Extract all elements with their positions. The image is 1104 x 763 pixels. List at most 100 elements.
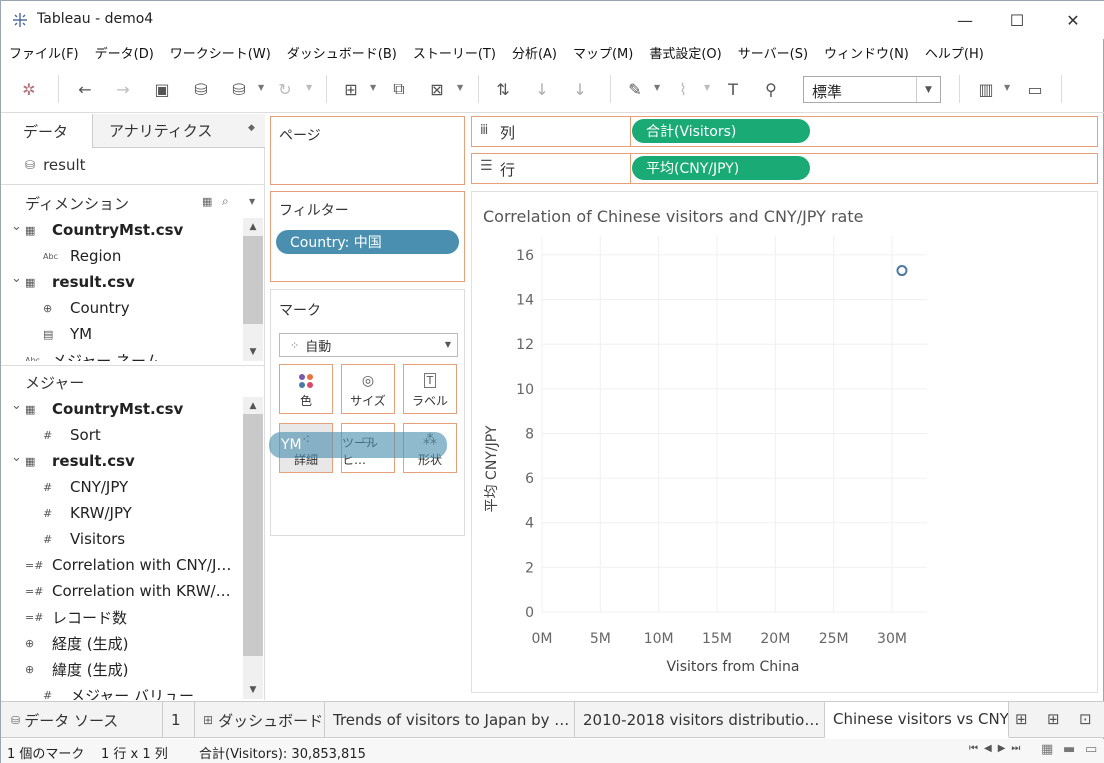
fit-select[interactable]: 標準 ▼ xyxy=(803,76,941,103)
sort-descending-icon[interactable]: ↓ xyxy=(568,77,592,101)
menu-dashboard[interactable]: ダッシュボード(B) xyxy=(287,43,397,62)
scroll-up-icon[interactable]: ▲ xyxy=(243,218,263,236)
chevron-down-icon[interactable]: ⌄ xyxy=(11,398,22,413)
show-labels-icon[interactable]: T xyxy=(721,77,745,101)
dragging-pill-ym[interactable]: YM xyxy=(269,432,447,458)
pages-card[interactable]: ページ xyxy=(270,116,465,185)
measure-item[interactable]: # Sort xyxy=(1,422,243,448)
measure-item[interactable]: =# レコード数 xyxy=(1,604,243,630)
duplicate-sheet-icon[interactable]: ⧉ xyxy=(387,77,411,101)
refresh-icon[interactable]: ↻ xyxy=(273,77,297,101)
measure-item[interactable]: =# Correlation with KRW/… xyxy=(1,578,243,604)
measure-item[interactable]: ⊕ 経度 (生成) xyxy=(1,630,243,656)
tab-chinese-visitors[interactable]: Chinese visitors vs CNY/… xyxy=(825,702,1009,738)
search-icon[interactable]: ⌕ xyxy=(222,194,229,209)
scroll-down-icon[interactable]: ▼ xyxy=(243,343,263,361)
clear-sheet-icon[interactable]: ⊠ xyxy=(425,77,449,101)
columns-pill-visitors[interactable]: 合計(Visitors) xyxy=(632,119,810,143)
measure-item[interactable]: # メジャー バリュー xyxy=(1,682,243,701)
menu-story[interactable]: ストーリー(T) xyxy=(413,43,496,62)
forward-icon[interactable]: → xyxy=(111,77,135,101)
pin-axes-icon[interactable]: ⚲ xyxy=(759,77,783,101)
filter-pill-country[interactable]: Country: 中国 xyxy=(276,230,459,254)
chevron-down-icon[interactable]: ⌄ xyxy=(11,271,22,286)
tab-distribution[interactable]: 2010-2018 visitors distributio… xyxy=(575,702,825,738)
show-me-icon[interactable]: ▥ xyxy=(974,77,998,101)
menu-server[interactable]: サーバー(S) xyxy=(738,43,808,62)
measure-item[interactable]: ⌄ ▦ result.csv xyxy=(1,448,243,474)
tab-data[interactable]: データ xyxy=(1,114,93,148)
measure-item[interactable]: =# Correlation with CNY/J… xyxy=(1,552,243,578)
view-list-icon[interactable]: ▦ xyxy=(202,195,212,208)
menu-format[interactable]: 書式設定(O) xyxy=(649,43,721,62)
chevron-down-icon[interactable]: ⌄ xyxy=(11,219,22,234)
clear-sheet-caret-icon[interactable]: ▼ xyxy=(457,83,463,92)
filmstrip-view-icon[interactable]: ▬ xyxy=(1063,742,1075,757)
minimize-button[interactable]: — xyxy=(939,1,991,39)
chevron-down-icon[interactable]: ⌄ xyxy=(11,450,22,465)
menu-file[interactable]: ファイル(F) xyxy=(9,43,79,62)
new-worksheet-icon[interactable]: ⊞ xyxy=(339,77,363,101)
color-button[interactable]: 色 xyxy=(279,364,333,414)
menu-map[interactable]: マップ(M) xyxy=(573,43,633,62)
dimension-item[interactable]: Abc メジャー ネーム xyxy=(1,347,243,362)
menu-window[interactable]: ウィンドウ(N) xyxy=(824,43,909,62)
mark-type-select[interactable]: ⁘ 自動 ▼ xyxy=(279,333,458,357)
group-members-icon[interactable]: ⌇ xyxy=(671,77,695,101)
measures-scrollbar[interactable] xyxy=(243,414,263,656)
swap-rows-columns-icon[interactable]: ⇅ xyxy=(491,77,515,101)
new-worksheet-caret-icon[interactable]: ▼ xyxy=(370,83,376,92)
new-worksheet-tab-icon[interactable]: ⊞ xyxy=(1015,710,1028,728)
measure-item[interactable]: # Visitors xyxy=(1,526,243,552)
maximize-button[interactable]: ☐ xyxy=(991,1,1043,39)
menu-analysis[interactable]: 分析(A) xyxy=(512,43,557,62)
dimension-item[interactable]: Abc Region xyxy=(1,243,243,269)
group-caret-icon[interactable]: ▼ xyxy=(704,83,710,92)
new-datasource-icon[interactable]: ⛁ xyxy=(189,77,213,101)
show-me-caret-icon[interactable]: ▼ xyxy=(1004,83,1010,92)
tab-sheet-1[interactable]: 1 xyxy=(163,702,195,738)
tab-data-source[interactable]: ⛁ データ ソース xyxy=(1,702,163,738)
measure-item[interactable]: # CNY/JPY xyxy=(1,474,243,500)
columns-shelf[interactable]: ⅲ 列 合計(Visitors) xyxy=(471,116,1098,147)
scroll-up-icon[interactable]: ▲ xyxy=(243,397,263,415)
data-point[interactable] xyxy=(896,265,908,277)
pause-updates-icon[interactable]: ⛁ xyxy=(227,77,251,101)
presentation-mode-icon[interactable]: ▭ xyxy=(1023,77,1047,101)
new-dashboard-tab-icon[interactable]: ⊞ xyxy=(1047,710,1060,728)
filters-card[interactable]: フィルター Country: 中国 xyxy=(270,191,465,282)
save-icon[interactable]: ▣ xyxy=(150,77,174,101)
scroll-down-icon[interactable]: ▼ xyxy=(243,681,263,699)
dimension-item[interactable]: ⌄ ▦ result.csv xyxy=(1,269,243,295)
rows-pill-cny-jpy[interactable]: 平均(CNY/JPY) xyxy=(632,156,810,180)
menu-help[interactable]: ヘルプ(H) xyxy=(925,43,984,62)
label-button[interactable]: T ラベル xyxy=(403,364,457,414)
dimensions-scrollbar[interactable] xyxy=(243,236,263,324)
dimensions-menu-caret-icon[interactable]: ▼ xyxy=(249,197,255,206)
new-story-tab-icon[interactable]: ⊡ xyxy=(1079,710,1092,728)
highlight-caret-icon[interactable]: ▼ xyxy=(654,83,660,92)
tab-trends[interactable]: Trends of visitors to Japan by … xyxy=(325,702,575,738)
dimension-item[interactable]: ⊕ Country xyxy=(1,295,243,321)
menu-data[interactable]: データ(D) xyxy=(95,43,154,62)
tabs-view-icon[interactable]: ▭ xyxy=(1085,742,1097,757)
tab-analytics[interactable]: アナリティクス ◆ xyxy=(93,114,265,148)
measure-item[interactable]: ⊕ 緯度 (生成) xyxy=(1,656,243,682)
expand-icon[interactable]: ◆ xyxy=(248,123,255,133)
datasource-item[interactable]: ⛁ result xyxy=(25,156,86,174)
back-icon[interactable]: ← xyxy=(73,77,97,101)
menu-worksheet[interactable]: ワークシート(W) xyxy=(170,43,271,62)
rows-shelf[interactable]: ☰ 行 平均(CNY/JPY) xyxy=(471,153,1098,184)
dimension-item[interactable]: ⌄ ▦ CountryMst.csv xyxy=(1,217,243,243)
close-button[interactable]: ✕ xyxy=(1047,1,1099,39)
sorter-view-icon[interactable]: ▦ xyxy=(1041,742,1053,757)
tableau-home-icon[interactable]: ✲ xyxy=(17,77,41,101)
chevron-down-icon[interactable]: ▼ xyxy=(916,77,940,102)
refresh-caret-icon[interactable]: ▼ xyxy=(306,83,312,92)
sort-ascending-icon[interactable]: ↓ xyxy=(530,77,554,101)
sheet-navigation-icon[interactable]: ⏮◀▶⏭ xyxy=(969,743,1026,754)
dimension-item[interactable]: ▤ YM xyxy=(1,321,243,347)
pause-updates-caret-icon[interactable]: ▼ xyxy=(258,83,264,92)
measure-item[interactable]: ⌄ ▦ CountryMst.csv xyxy=(1,396,243,422)
highlight-icon[interactable]: ✎ xyxy=(623,77,647,101)
